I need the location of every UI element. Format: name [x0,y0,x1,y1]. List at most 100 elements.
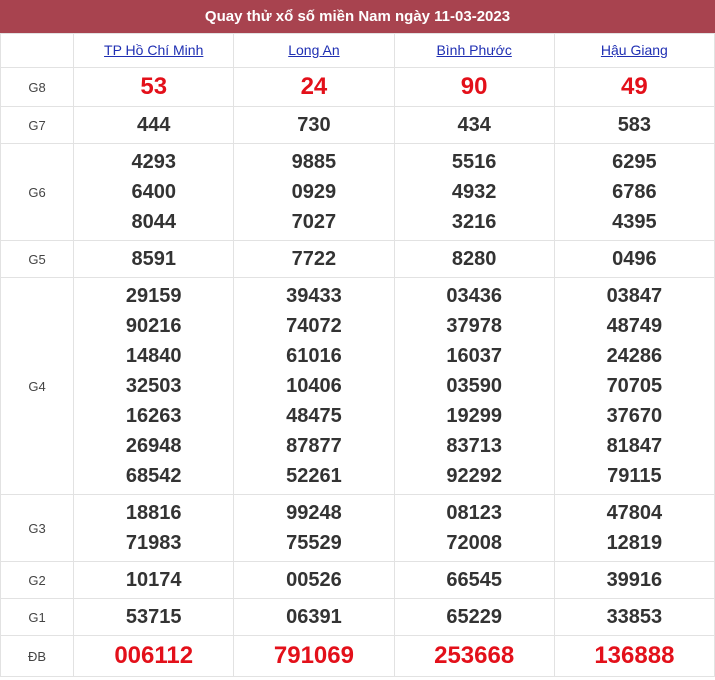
result-cell: 730 [233,106,395,144]
result-cell: 253668 [393,635,555,677]
result-cell: 29159 90216 14840 32503 16263 26948 68542 [73,277,235,495]
result-number: 66545 [446,569,502,591]
province-link-hau-giang[interactable]: Hậu Giang [601,42,668,58]
result-number: 10406 [286,375,342,397]
result-cell: 0496 [553,240,715,278]
result-number: 48749 [606,315,663,337]
result-number: 4293 [131,151,176,173]
result-number: 37978 [446,315,502,337]
header-province-binh-phuoc: Bình Phước [393,33,555,68]
result-cell: 06391 [233,598,395,636]
result-number: 0496 [612,248,657,270]
result-number: 53715 [125,606,182,628]
province-link-tp-ho-chi-minh[interactable]: TP Hồ Chí Minh [104,42,203,58]
result-cell: 434 [393,106,555,144]
result-cell: 7722 [233,240,395,278]
result-number: 16263 [125,405,182,427]
result-number: 65229 [446,606,502,628]
result-number: 48475 [286,405,342,427]
result-cell: 39433 74072 61016 10406 48475 87877 52261 [233,277,395,495]
result-cell: 10174 [73,561,235,599]
prize-label-g3: G3 [0,494,75,562]
result-number: 79115 [607,465,662,487]
result-number: 99248 [286,502,342,524]
results-table: TP Hồ Chí Minh Long An Bình Phước Hậu Gi… [0,33,715,677]
result-number: 6786 [612,181,657,203]
result-number: 583 [617,114,652,136]
result-cell: 33853 [553,598,715,636]
result-number: 8591 [131,248,176,270]
result-number: 92292 [446,465,502,487]
result-cell: 49 [553,67,715,107]
province-link-binh-phuoc[interactable]: Bình Phước [436,42,511,58]
prize-label-g7: G7 [0,106,75,144]
result-number: 18816 [125,502,182,524]
result-number: 24 [300,73,328,100]
result-cell: 444 [73,106,235,144]
prize-row-g5: G5 8591 7722 8280 0496 [0,240,715,278]
prize-label-g1: G1 [0,598,75,636]
result-number: 32503 [125,375,182,397]
result-number: 24286 [606,345,663,367]
result-cell: 9885 0929 7027 [233,143,395,241]
result-number: 39916 [606,569,663,591]
result-number: 33853 [606,606,663,628]
lottery-results-page: Quay thử xổ số miền Nam ngày 11-03-2023 … [0,0,715,680]
result-number: 39433 [286,285,342,307]
result-number: 75529 [286,532,342,554]
prize-row-g1: G1 53715 06391 65229 33853 [0,598,715,636]
result-cell: 53 [73,67,235,107]
result-number: 81847 [606,435,663,457]
result-number: 71983 [125,532,182,554]
result-cell: 583 [553,106,715,144]
prize-row-g8: G8 53 24 90 49 [0,67,715,107]
result-number: 0929 [291,181,337,203]
result-number: 10174 [125,569,182,591]
result-number: 16037 [446,345,502,367]
result-cell: 65229 [393,598,555,636]
result-number: 29159 [125,285,182,307]
result-cell: 136888 [553,635,715,677]
result-number: 03590 [446,375,502,397]
prize-row-g6: G6 4293 6400 8044 9885 0929 7027 5516 4932 3216 62… [0,143,715,241]
result-number: 12819 [606,532,663,554]
result-cell: 791069 [233,635,395,677]
result-number: 730 [297,114,331,136]
result-cell: 5516 4932 3216 [393,143,555,241]
prize-row-g7: G7 444 730 434 583 [0,106,715,144]
result-number: 47804 [606,502,663,524]
result-number: 253668 [434,642,515,669]
result-number: 444 [137,114,171,136]
result-cell: 4293 6400 8044 [73,143,235,241]
prize-label-g5: G5 [0,240,75,278]
result-number: 70705 [606,375,663,397]
result-cell: 53715 [73,598,235,636]
result-number: 06391 [286,606,342,628]
result-number: 37670 [606,405,663,427]
prize-label-g6: G6 [0,143,75,241]
result-cell: 8280 [393,240,555,278]
result-number: 52261 [286,465,342,487]
result-cell: 08123 72008 [393,494,555,562]
result-number: 8044 [131,211,176,233]
result-number: 83713 [446,435,502,457]
prize-row-db: ĐB 006112 791069 253668 136888 [0,635,715,677]
result-number: 4395 [612,211,657,233]
prize-label-g8: G8 [0,67,75,107]
result-number: 90 [460,73,488,100]
result-number: 87877 [286,435,342,457]
province-link-long-an[interactable]: Long An [288,42,339,58]
result-number: 61016 [286,345,342,367]
result-number: 68542 [125,465,182,487]
prize-row-g3: G3 18816 71983 99248 75529 08123 72008 47804 128… [0,494,715,562]
result-cell: 00526 [233,561,395,599]
result-cell: 66545 [393,561,555,599]
result-number: 74072 [286,315,342,337]
result-number: 9885 [291,151,337,173]
result-number: 5516 [451,151,497,173]
result-number: 7722 [291,248,337,270]
result-cell: 6295 6786 4395 [553,143,715,241]
result-cell: 90 [393,67,555,107]
result-number: 791069 [273,642,354,669]
result-cell: 99248 75529 [233,494,395,562]
